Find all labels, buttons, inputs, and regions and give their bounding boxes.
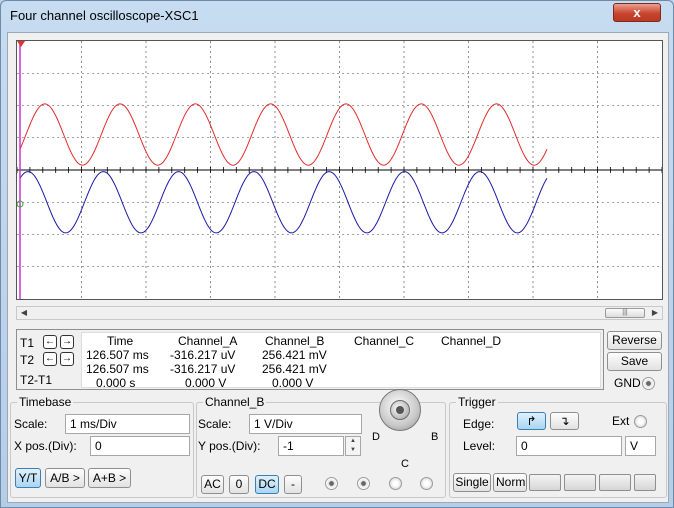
timebase-scale-field[interactable]: 1 ms/Div — [65, 414, 190, 434]
client-area: ◀ ||| ▶ T1 ← → T2 ← → T2-T1 Time Channel… — [7, 32, 669, 503]
oscilloscope-screen[interactable] — [16, 40, 663, 300]
title-bar: Four channel oscilloscope-XSC1 x — [1, 1, 673, 31]
t2-channel-a: -316.217 uV — [170, 362, 236, 376]
t2-right-arrow-icon[interactable]: → — [60, 352, 74, 366]
minus-button[interactable]: - — [284, 475, 302, 494]
header-channel-a: Channel_A — [178, 334, 238, 348]
channel-selector-knob[interactable] — [379, 389, 421, 431]
cursor-t1-marker[interactable] — [17, 41, 25, 47]
ext-label: Ext — [612, 414, 630, 428]
zero-button[interactable]: 0 — [229, 475, 249, 494]
t2-time: 126.507 ms — [86, 362, 149, 376]
delta-channel-b: 0.000 V — [272, 376, 314, 390]
channel-radio-3[interactable] — [389, 477, 402, 490]
t1-channel-a: -316.217 uV — [170, 348, 236, 362]
header-time: Time — [107, 334, 134, 348]
knob-label-c: C — [401, 458, 409, 470]
t2-t1-label: T2-T1 — [20, 373, 53, 387]
close-button[interactable]: x — [613, 3, 661, 22]
t1-right-arrow-icon[interactable]: → — [60, 335, 74, 349]
single-button[interactable]: Single — [453, 473, 491, 492]
oscilloscope-window: Four channel oscilloscope-XSC1 x ◀ ||| ▶… — [0, 0, 674, 508]
edge-label: Edge: — [463, 417, 495, 431]
y-pos-spinner[interactable]: ▲ ▼ — [345, 436, 361, 456]
header-channel-d: Channel_D — [441, 334, 502, 348]
timebase-scale-label: Scale: — [14, 417, 48, 431]
spin-up-icon[interactable]: ▲ — [346, 437, 360, 446]
channel-b-title: Channel_B — [203, 395, 267, 409]
falling-edge-icon[interactable]: ↴ — [550, 412, 579, 430]
y-pos-field[interactable]: -1 — [278, 436, 344, 456]
trigger-title: Trigger — [456, 395, 498, 409]
channel-b-scale-label: Scale: — [198, 417, 232, 431]
t2-label: T2 — [20, 353, 35, 367]
knob-indicator-icon — [396, 406, 404, 414]
reverse-button[interactable]: Reverse — [607, 331, 662, 350]
save-button[interactable]: Save — [607, 352, 662, 371]
y-pos-label: Y pos.(Div): — [198, 439, 261, 453]
x-pos-field[interactable]: 0 — [90, 436, 190, 456]
scroll-right-icon[interactable]: ▶ — [648, 307, 662, 319]
a-plus-b-button[interactable]: A+B > — [88, 468, 131, 488]
waveform-display — [16, 41, 663, 299]
header-channel-c: Channel_C — [354, 334, 415, 348]
t1-label: T1 — [20, 336, 35, 350]
t1-time: 126.507 ms — [86, 348, 149, 362]
level-field[interactable]: 0 — [516, 436, 622, 456]
timebase-title: Timebase — [17, 395, 74, 409]
knob-label-b: B — [431, 431, 439, 443]
delta-time: 0.000 s — [96, 376, 136, 390]
gnd-label: GND — [614, 376, 641, 390]
none-button[interactable] — [564, 474, 596, 491]
x-pos-label: X pos.(Div): — [14, 439, 77, 453]
ext-radio[interactable] — [634, 415, 647, 428]
delta-channel-a: 0.000 V — [185, 376, 227, 390]
channel-radio-2[interactable] — [357, 477, 370, 490]
window-title: Four channel oscilloscope-XSC1 — [10, 8, 199, 23]
knob-center — [390, 400, 410, 420]
t2-left-arrow-icon[interactable]: ← — [43, 352, 57, 366]
spin-down-icon[interactable]: ▼ — [346, 446, 360, 455]
horizontal-scrollbar[interactable]: ◀ ||| ▶ — [16, 306, 663, 320]
dc-button[interactable]: DC — [255, 475, 279, 494]
t1-left-arrow-icon[interactable]: ← — [43, 335, 57, 349]
scroll-thumb[interactable]: ||| — [605, 308, 645, 318]
header-channel-b: Channel_B — [265, 334, 325, 348]
scroll-left-icon[interactable]: ◀ — [17, 307, 31, 319]
level-unit[interactable]: V — [625, 436, 656, 456]
channel-radio-4[interactable] — [420, 477, 433, 490]
knob-label-d: D — [372, 431, 380, 443]
cursor-readout-panel: T1 ← → T2 ← → T2-T1 Time Channel_A Chann… — [16, 329, 604, 390]
ab-button[interactable]: A/B > — [45, 468, 85, 488]
normal-button[interactable]: Norm — [493, 473, 527, 492]
level-label: Level: — [463, 439, 496, 453]
channel-b-scale-field[interactable]: 1 V/Div — [249, 414, 362, 434]
gnd-radio[interactable] — [642, 377, 655, 390]
auto-button[interactable] — [529, 474, 561, 491]
yt-button[interactable]: Y/T — [15, 468, 41, 488]
ac-button[interactable]: AC — [201, 475, 224, 494]
channel-radio-1[interactable] — [325, 477, 338, 490]
trigger-extra-button[interactable] — [599, 474, 631, 491]
rising-edge-icon[interactable]: ↱ — [517, 412, 546, 430]
t1-channel-b: 256.421 mV — [262, 348, 327, 362]
t2-channel-b: 256.421 mV — [262, 362, 327, 376]
channel-a-trace — [19, 103, 548, 166]
trigger-last-button[interactable] — [634, 474, 656, 491]
readout-table: Time Channel_A Channel_B Channel_C Chann… — [81, 332, 601, 390]
